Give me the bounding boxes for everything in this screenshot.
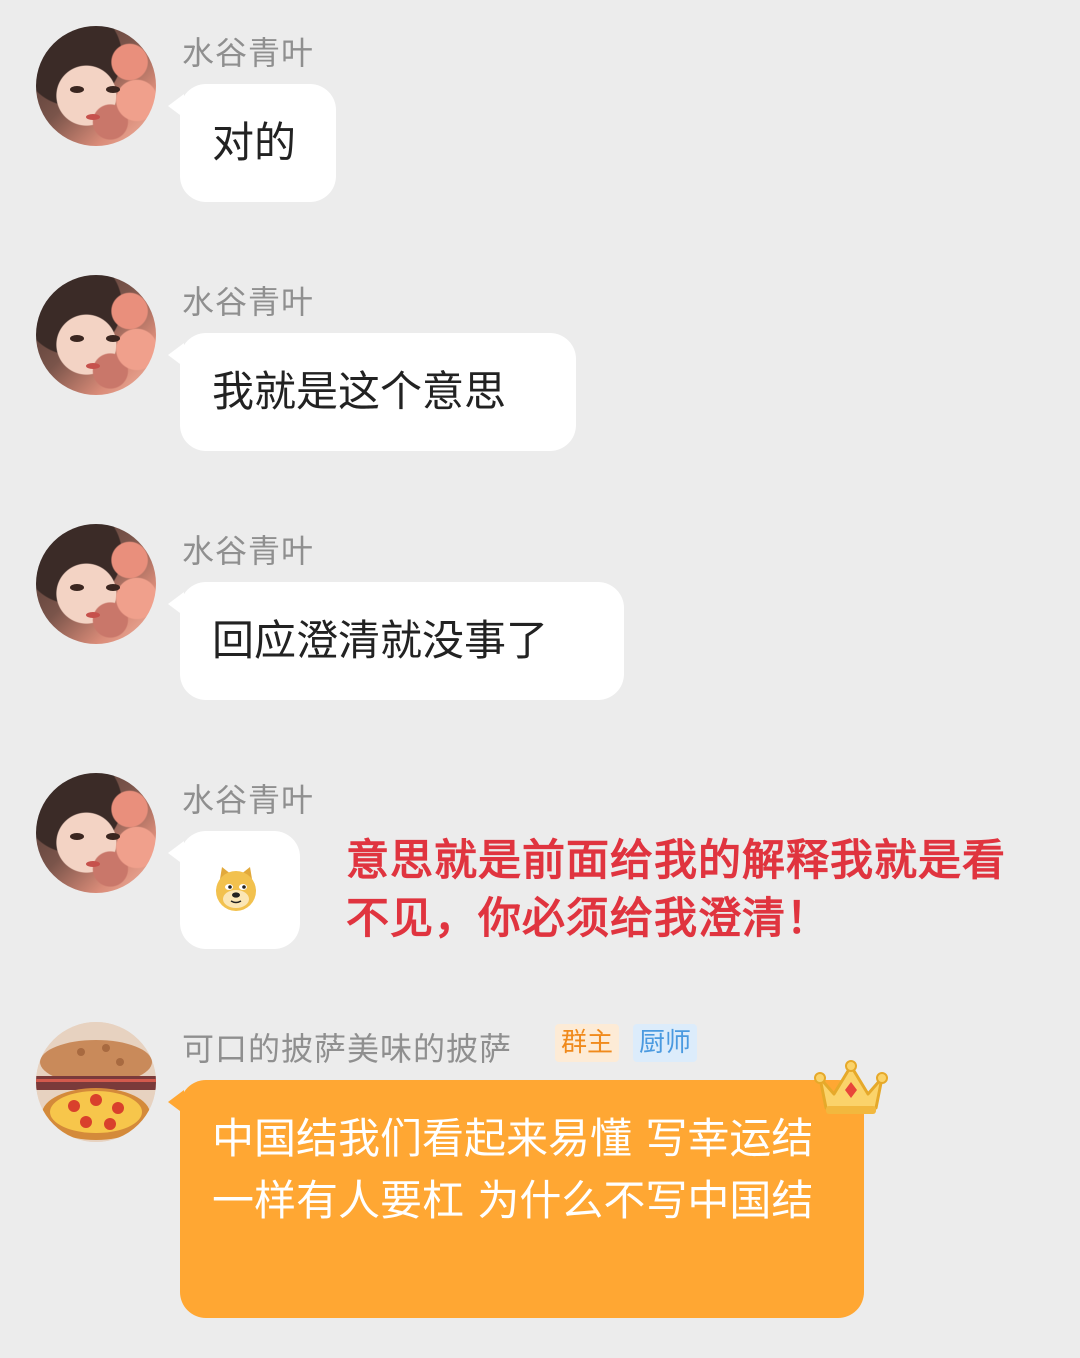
sender-name: 水谷青叶 (182, 283, 315, 321)
message-text: 回应澄清就没事了 (212, 616, 549, 665)
sender-name: 可口的披萨美味的披萨 (182, 1030, 513, 1068)
chef-badge: 厨师 (633, 1024, 698, 1062)
message-bubble[interactable]: 对的 (168, 84, 336, 202)
owner-badge: 群主 (555, 1024, 620, 1062)
avatar[interactable] (36, 1022, 156, 1142)
message-text: 中国结我们看起来易懂 写幸运结一样有人要杠 为什么不写中国结 (212, 1114, 814, 1225)
message-bubble[interactable]: 回应澄清就没事了 (168, 582, 624, 700)
doge-emoji (216, 867, 256, 911)
crown-icon (814, 1060, 888, 1114)
message-text: 对的 (212, 118, 297, 167)
overlay-caption: 意思就是前面给我的解释我就是看不见，你必须给我澄清！ (346, 836, 1006, 944)
pizza-icon (36, 1022, 156, 1142)
sender-name: 水谷青叶 (182, 532, 315, 570)
avatar[interactable] (36, 26, 156, 146)
message-bubble[interactable]: 我就是这个意思 (168, 333, 576, 451)
avatar[interactable] (36, 773, 156, 893)
avatar[interactable] (36, 524, 156, 644)
message-bubble[interactable]: 中国结我们看起来易懂 写幸运结一样有人要杠 为什么不写中国结 (168, 1080, 864, 1318)
sender-name: 水谷青叶 (182, 34, 315, 72)
message-text: 我就是这个意思 (212, 367, 507, 416)
message-bubble[interactable] (168, 831, 300, 949)
avatar[interactable] (36, 275, 156, 395)
sender-name: 水谷青叶 (182, 781, 315, 819)
